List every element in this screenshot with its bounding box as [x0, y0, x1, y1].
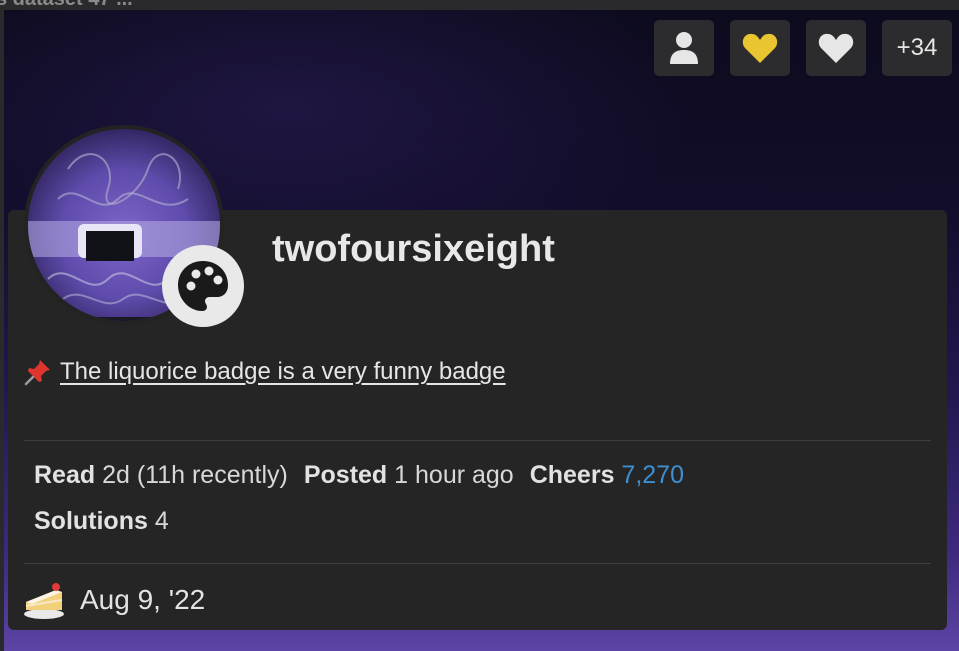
badge-more-count[interactable]: +34	[882, 20, 952, 76]
stat-posted-value: 1 hour ago	[394, 461, 514, 489]
pushpin-icon	[24, 360, 50, 386]
user-card-page: s dataset 47 ... +34	[0, 0, 959, 651]
stat-solutions-label: Solutions	[34, 507, 148, 535]
cakeday-date: Aug 9, '22	[80, 584, 206, 615]
divider	[24, 440, 931, 441]
stat-solutions-value: 4	[154, 507, 169, 535]
badge-gold-heart[interactable]	[730, 20, 790, 76]
stat-cheers-value[interactable]: 7,270	[621, 461, 684, 489]
stat-read: Read 2d (11h recently)	[34, 452, 288, 498]
divider	[24, 563, 931, 564]
pinned-status: The liquorice badge is a very funny badg…	[24, 358, 506, 386]
heart-icon	[818, 33, 854, 63]
stat-cheers-label: Cheers	[529, 461, 615, 489]
cakeday: Aug 9, '22	[22, 580, 205, 620]
stat-cheers: Cheers 7,270	[530, 452, 684, 498]
flair-badge[interactable]	[162, 245, 244, 327]
palette-icon	[178, 261, 228, 311]
badge-user[interactable]	[654, 20, 714, 76]
heart-icon	[742, 33, 778, 63]
stat-read-label: Read	[34, 461, 96, 489]
stat-posted: Posted 1 hour ago	[304, 452, 514, 498]
stat-solutions: Solutions 4	[34, 498, 169, 544]
background-heading: s dataset 47 ...	[0, 0, 133, 10]
user-icon	[670, 32, 698, 64]
pinned-status-link[interactable]: The liquorice badge is a very funny badg…	[60, 358, 506, 386]
badge-white-heart[interactable]	[806, 20, 866, 76]
cake-icon	[24, 583, 64, 619]
badge-row: +34	[654, 20, 952, 76]
stat-read-value: 2d (11h recently)	[102, 461, 288, 489]
user-stats: Read 2d (11h recently) Posted 1 hour ago C…	[34, 452, 914, 544]
stat-posted-label: Posted	[303, 461, 388, 489]
username[interactable]: twofoursixeight	[272, 228, 555, 271]
background-page-strip: s dataset 47 ...	[0, 0, 959, 10]
